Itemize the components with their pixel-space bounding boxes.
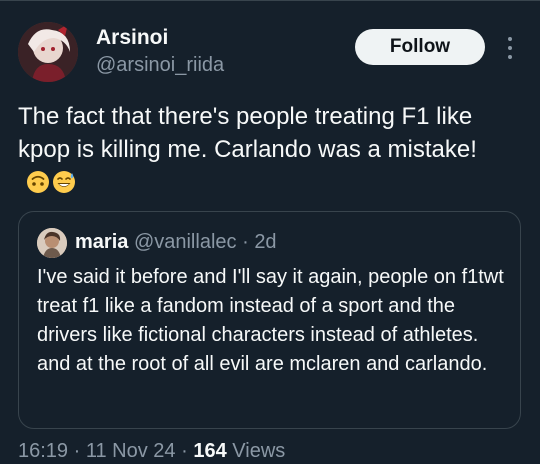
quote-separator: · [242,231,249,253]
tweet-text: The fact that there's people treating F1… [18,100,518,199]
quoted-tweet-card[interactable]: maria @vanillalec · 2d I've said it befo… [18,211,521,429]
quote-timestamp: 2d [254,231,277,253]
more-dot [508,37,512,41]
emoji-group [26,170,76,194]
quote-header: maria @vanillalec · 2d [75,231,277,254]
quote-author-handle: @vanillalec [133,231,237,253]
tweet-time[interactable]: 16:19 [18,440,68,462]
grinning-sweat-icon [52,170,76,194]
upside-down-face-icon [26,170,50,194]
tweet-meta: 16:19 · 11 Nov 24 · 164 Views [18,440,285,463]
divider [0,0,540,1]
quote-avatar-image [37,228,67,258]
avatar-image [18,22,78,82]
author-display-name[interactable]: Arsinoi [96,26,168,50]
meta-separator: · [73,440,81,462]
quote-author-avatar [37,228,67,258]
views-label: Views [232,440,286,462]
quote-author-name: maria [75,231,129,253]
tweet-date[interactable]: 11 Nov 24 [86,440,176,462]
views-count: 164 [193,440,227,462]
more-dot [508,46,512,50]
more-dot [508,55,512,59]
more-options-icon[interactable] [500,34,520,62]
follow-button[interactable]: Follow [355,29,485,65]
author-avatar[interactable] [18,22,78,82]
tweet-body: The fact that there's people treating F1… [18,103,479,163]
author-handle[interactable]: @arsinoi_riida [96,54,224,77]
quote-text: I've said it before and I'll say it agai… [37,266,504,375]
tweet-container: Arsinoi @arsinoi_riida Follow The fact t… [0,0,540,464]
meta-separator: · [181,440,188,462]
